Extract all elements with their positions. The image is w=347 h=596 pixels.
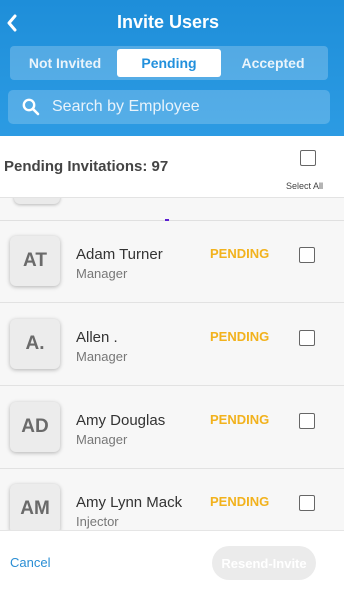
row-checkbox[interactable] bbox=[299, 495, 315, 511]
list-item[interactable]: AT Adam Turner Manager PENDING bbox=[0, 221, 344, 303]
tab-not-invited[interactable]: Not Invited bbox=[13, 49, 117, 77]
avatar: AD bbox=[10, 402, 60, 452]
employee-role: Manager bbox=[76, 266, 128, 281]
header-bar: Invite Users Not Invited Pending Accepte… bbox=[0, 0, 347, 136]
tab-accepted[interactable]: Accepted bbox=[221, 49, 325, 77]
list-item[interactable]: A. Allen . Manager PENDING bbox=[0, 304, 344, 386]
avatar: A. bbox=[10, 319, 60, 369]
row-checkbox[interactable] bbox=[299, 413, 315, 429]
employee-role: Manager bbox=[76, 349, 128, 364]
employee-name: Amy Lynn Mack bbox=[76, 494, 183, 511]
tab-pending[interactable]: Pending bbox=[117, 49, 221, 77]
pending-label-text: Pending Invitations: bbox=[4, 158, 148, 175]
search-bar bbox=[8, 90, 330, 124]
select-all-checkbox[interactable] bbox=[300, 150, 316, 166]
footer-bar: Cancel Resend-Invite bbox=[0, 530, 344, 596]
list-item[interactable]: AD Amy Douglas Manager PENDING bbox=[0, 387, 344, 469]
employee-name: Adam Turner bbox=[76, 246, 163, 263]
employee-role: Injector bbox=[76, 514, 119, 529]
avatar bbox=[14, 198, 60, 204]
status-tabs: Not Invited Pending Accepted bbox=[10, 46, 328, 80]
search-icon bbox=[22, 98, 40, 116]
search-input[interactable] bbox=[52, 98, 330, 116]
pending-count-value: 97 bbox=[151, 158, 169, 175]
select-all-label[interactable]: Select All bbox=[286, 181, 323, 191]
status-badge: PENDING bbox=[210, 412, 270, 427]
status-badge: PENDING bbox=[210, 329, 270, 344]
page-title: Invite Users bbox=[116, 12, 220, 32]
row-checkbox[interactable] bbox=[299, 247, 315, 263]
cancel-button[interactable]: Cancel bbox=[10, 555, 50, 570]
status-badge: PENDING bbox=[210, 494, 270, 509]
pending-count-label: Pending Invitations: 97 bbox=[4, 158, 168, 175]
avatar: AM bbox=[10, 484, 60, 530]
employee-role: Manager bbox=[76, 432, 128, 447]
list-item[interactable]: AM Amy Lynn Mack Injector PENDING bbox=[0, 469, 344, 530]
avatar: AT bbox=[10, 236, 60, 286]
status-badge: PENDING bbox=[210, 246, 270, 261]
employee-list[interactable]: AT Adam Turner Manager PENDING A. Allen … bbox=[0, 198, 344, 530]
employee-name: Amy Douglas bbox=[76, 412, 166, 429]
resend-invite-button[interactable]: Resend-Invite bbox=[212, 546, 316, 580]
row-checkbox[interactable] bbox=[299, 330, 315, 346]
employee-name: Allen . bbox=[76, 329, 118, 346]
